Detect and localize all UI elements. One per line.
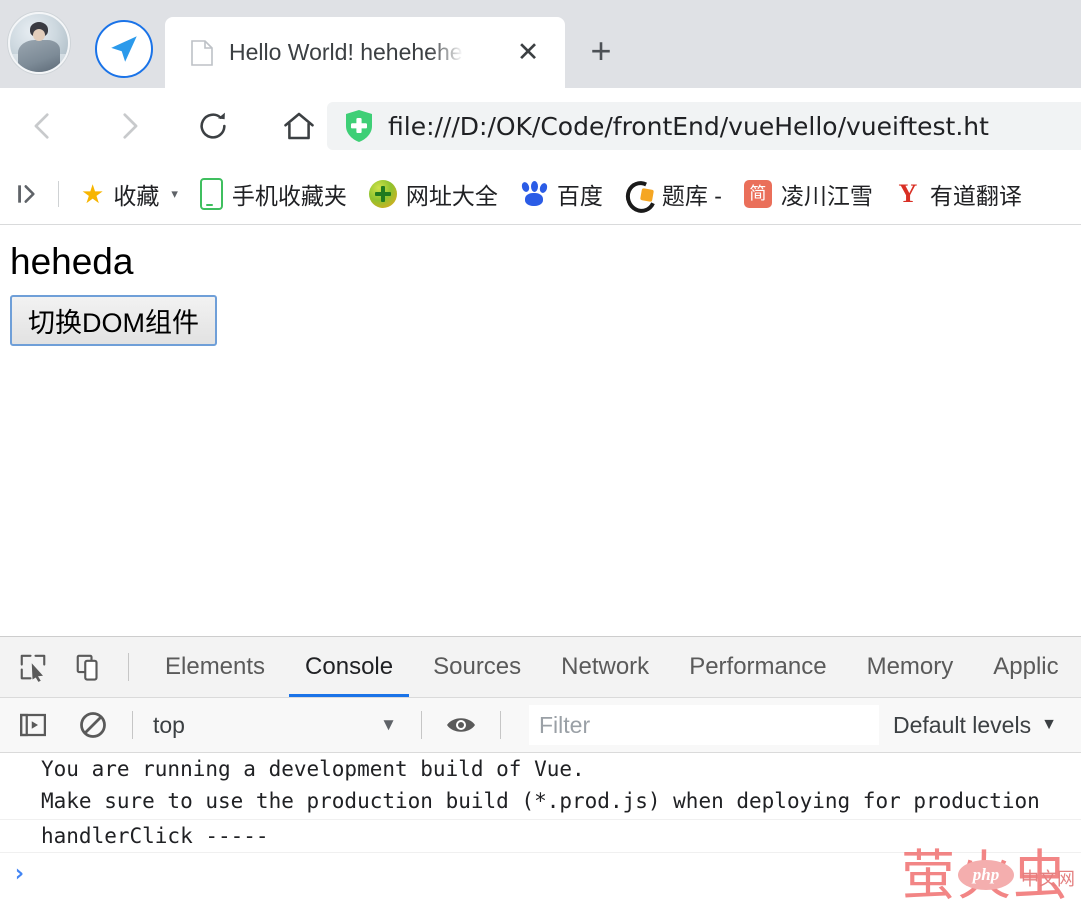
execution-context-select[interactable]: top ▼ bbox=[153, 706, 405, 744]
avatar-photo-face bbox=[33, 29, 45, 41]
bookmarks-bar: ★ 收藏 ▾ 手机收藏夹 网址大全 百度 题库 - 简 凌川江雪 Y 有道翻译 bbox=[0, 164, 1081, 225]
bookmark-label: 题库 - bbox=[662, 177, 722, 211]
tab-network[interactable]: Network bbox=[541, 638, 669, 697]
jianshu-icon: 简 bbox=[744, 180, 772, 208]
console-output[interactable]: You are running a development build of V… bbox=[0, 753, 1081, 904]
console-prompt[interactable]: › bbox=[0, 853, 1081, 893]
live-expression-eye-icon[interactable] bbox=[438, 702, 484, 748]
bookmark-item-jianshu[interactable]: 简 凌川江雪 bbox=[736, 174, 881, 214]
log-levels-select[interactable]: Default levels ▼ bbox=[893, 712, 1057, 739]
execution-context-value: top bbox=[153, 712, 185, 739]
bookmark-item-baidu[interactable]: 百度 bbox=[512, 174, 611, 214]
browser-window: Hello World! hehehehe ✕ + bbox=[0, 0, 1081, 904]
bookmark-item-hao123[interactable]: 网址大全 bbox=[361, 174, 506, 214]
tab-title: Hello World! hehehehe bbox=[229, 39, 463, 66]
address-bar-url: file:///D:/OK/Code/frontEnd/vueHello/vue… bbox=[388, 112, 989, 141]
devtools-panel: Elements Console Sources Network Perform… bbox=[0, 636, 1081, 904]
home-icon[interactable] bbox=[268, 95, 330, 157]
tab-application[interactable]: Applic bbox=[973, 638, 1078, 697]
inspect-element-icon[interactable] bbox=[10, 644, 56, 690]
star-icon: ★ bbox=[81, 181, 104, 207]
bookmark-label: 收藏 bbox=[113, 177, 159, 211]
bookmark-item-tiku[interactable]: 题库 - bbox=[617, 174, 730, 214]
filter-input[interactable]: Filter bbox=[529, 705, 879, 745]
console-message: You are running a development build of V… bbox=[0, 753, 1081, 785]
bookmark-item-youdao[interactable]: Y 有道翻译 bbox=[887, 174, 1030, 214]
bookmark-label: 手机收藏夹 bbox=[232, 177, 347, 211]
youdao-icon: Y bbox=[895, 180, 921, 208]
console-toolbar-separator bbox=[132, 711, 133, 739]
console-toolbar-separator-3 bbox=[500, 711, 501, 739]
devtools-separator bbox=[128, 653, 129, 681]
console-toolbar-separator-2 bbox=[421, 711, 422, 739]
paper-plane-icon[interactable] bbox=[95, 20, 153, 78]
close-icon[interactable]: ✕ bbox=[513, 38, 543, 68]
chevron-left-icon[interactable] bbox=[12, 95, 74, 157]
avatar[interactable] bbox=[8, 12, 70, 74]
reload-icon[interactable] bbox=[182, 95, 244, 157]
devtools-tabbar: Elements Console Sources Network Perform… bbox=[0, 637, 1081, 698]
hao123-icon bbox=[369, 180, 397, 208]
chevron-down-icon: ▼ bbox=[1041, 716, 1057, 734]
page-viewport: heheda 切换DOM组件 bbox=[0, 225, 1081, 636]
console-sidebar-icon[interactable] bbox=[10, 702, 56, 748]
tab-performance[interactable]: Performance bbox=[669, 638, 846, 697]
toggle-dom-component-button[interactable]: 切换DOM组件 bbox=[10, 295, 217, 346]
bookmark-item-mobile-favorites[interactable]: 手机收藏夹 bbox=[192, 174, 355, 214]
phone-icon bbox=[200, 178, 223, 210]
bookmark-item-shoucang[interactable]: ★ 收藏 ▾ bbox=[73, 174, 186, 214]
green-shield-plus-icon[interactable] bbox=[344, 109, 374, 143]
tab-memory[interactable]: Memory bbox=[847, 638, 974, 697]
page-document-icon bbox=[191, 40, 213, 66]
device-toolbar-icon[interactable] bbox=[66, 644, 112, 690]
tab-elements[interactable]: Elements bbox=[145, 638, 285, 697]
browser-tab[interactable]: Hello World! hehehehe ✕ bbox=[165, 17, 565, 88]
baidu-icon bbox=[520, 181, 548, 207]
bookmark-label: 有道翻译 bbox=[930, 177, 1022, 211]
avatar-photo-body bbox=[18, 40, 60, 72]
chevron-right-icon[interactable] bbox=[98, 95, 160, 157]
new-tab-button[interactable]: + bbox=[580, 30, 622, 72]
tab-sources[interactable]: Sources bbox=[413, 638, 541, 697]
address-bar[interactable]: file:///D:/OK/Code/frontEnd/vueHello/vue… bbox=[327, 102, 1081, 150]
bookmark-label: 百度 bbox=[557, 177, 603, 211]
bookmark-label: 网址大全 bbox=[406, 177, 498, 211]
clear-console-icon[interactable] bbox=[70, 702, 116, 748]
bookmark-label: 凌川江雪 bbox=[781, 177, 873, 211]
tab-strip: Hello World! hehehehe ✕ + bbox=[0, 0, 1081, 88]
console-toolbar: top ▼ Filter Default levels ▼ bbox=[0, 698, 1081, 753]
sidebar-toggle-icon[interactable] bbox=[14, 179, 44, 209]
bookmark-separator bbox=[58, 181, 59, 207]
console-message: Make sure to use the production build (*… bbox=[0, 785, 1081, 820]
chevron-down-icon: ▼ bbox=[380, 715, 397, 735]
tab-console[interactable]: Console bbox=[285, 638, 413, 697]
tiku-icon bbox=[625, 180, 653, 208]
page-title: heheda bbox=[10, 241, 1081, 283]
console-message: handlerClick ----- bbox=[0, 820, 1081, 853]
log-levels-label: Default levels bbox=[893, 712, 1031, 739]
chevron-down-icon[interactable]: ▾ bbox=[171, 186, 178, 202]
navigation-toolbar: file:///D:/OK/Code/frontEnd/vueHello/vue… bbox=[0, 88, 1081, 164]
prompt-chevron-icon: › bbox=[12, 859, 26, 887]
